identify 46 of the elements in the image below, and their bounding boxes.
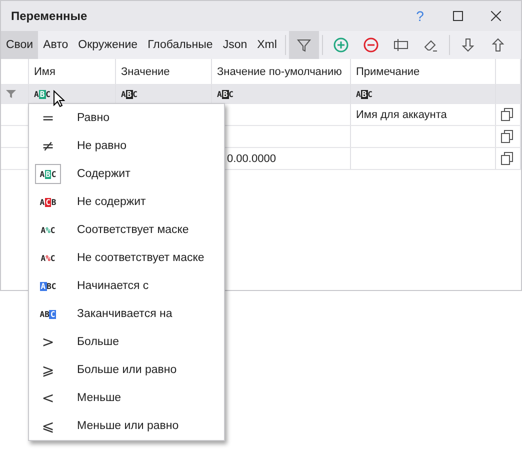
tab[interactable]: Xml xyxy=(252,31,282,59)
operator-icon: A%C xyxy=(40,254,56,262)
operator-icon: ⩽ xyxy=(42,417,54,435)
tab[interactable]: Авто xyxy=(38,31,74,59)
filter-icon xyxy=(296,37,312,53)
menu-item[interactable]: ⩽ Меньше или равно xyxy=(29,412,224,440)
menu-item[interactable]: ACB Не содержит xyxy=(29,188,224,216)
menu-item[interactable]: ABC Заканчивается на xyxy=(29,300,224,328)
tab[interactable]: Json xyxy=(218,31,252,59)
menu-item[interactable]: ≠ Не равно xyxy=(29,132,224,160)
operator-icon: < xyxy=(42,389,54,407)
column-header[interactable]: Значение по-умолчанию xyxy=(212,59,351,84)
column-header[interactable]: Примечание xyxy=(351,59,496,84)
plus-circle-icon xyxy=(332,37,349,53)
menu-item[interactable]: < Меньше xyxy=(29,384,224,412)
copy-icon[interactable] xyxy=(501,152,514,165)
arrow-down-icon xyxy=(460,37,476,53)
menu-item[interactable]: ⩾ Больше или равно xyxy=(29,356,224,384)
operator-icon: ⩾ xyxy=(42,361,54,379)
menu-item[interactable]: ABC Содержит xyxy=(29,160,224,188)
arrow-up-icon xyxy=(490,37,506,53)
menu-item[interactable]: = Равно xyxy=(29,104,224,132)
menu-item[interactable]: > Больше xyxy=(29,328,224,356)
tab[interactable]: Глобальные xyxy=(142,31,218,59)
text-field-icon xyxy=(392,37,409,53)
copy-icon[interactable] xyxy=(501,130,514,143)
table-cell: Имя для аккаунта xyxy=(356,108,447,120)
operator-icon: A%C xyxy=(40,226,56,234)
maximize-icon xyxy=(453,11,463,21)
window-title: Переменные xyxy=(11,9,88,23)
column-header[interactable]: Значение xyxy=(116,59,212,84)
filter-icon xyxy=(6,89,16,99)
table-cell: 0.00.0000 xyxy=(227,152,276,164)
menu-item[interactable]: A%C Не соответствует маске xyxy=(29,244,224,272)
copy-icon[interactable] xyxy=(501,108,514,121)
column-header[interactable]: Имя xyxy=(29,59,116,84)
menu-item[interactable]: A%C Соответствует маске xyxy=(29,216,224,244)
operator-icon: ≠ xyxy=(42,137,54,155)
operator-icon: > xyxy=(42,333,54,351)
tab[interactable]: Свои xyxy=(1,31,38,59)
tab[interactable]: Окружение xyxy=(73,31,143,59)
minus-circle-icon xyxy=(362,37,379,53)
operator-icon: = xyxy=(42,109,54,127)
close-icon xyxy=(491,11,501,21)
menu-item[interactable]: ABC Начинается с xyxy=(29,272,224,300)
filter-button[interactable] xyxy=(288,31,319,59)
